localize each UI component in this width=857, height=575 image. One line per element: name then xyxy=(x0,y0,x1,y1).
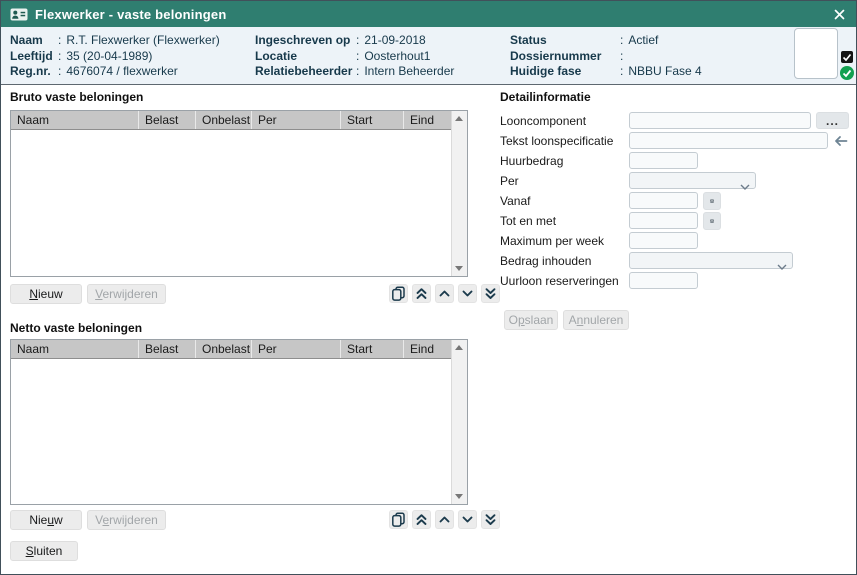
bruto-section-title: Bruto vaste beloningen xyxy=(10,90,143,104)
field-row-per: Per xyxy=(500,172,856,192)
column-header-per[interactable]: Per xyxy=(252,340,341,358)
success-check-icon xyxy=(840,66,854,80)
column-header-eind[interactable]: Eind xyxy=(404,111,452,129)
bruto-row-tools xyxy=(389,284,500,303)
sluiten-button[interactable]: Sluiten xyxy=(10,541,78,561)
field-row-tot-en-met: Tot en met xyxy=(500,212,856,232)
chevron-down-icon xyxy=(740,179,750,193)
checkbox-checked-icon[interactable] xyxy=(841,51,853,63)
move-up-icon[interactable] xyxy=(435,284,454,303)
close-icon[interactable] xyxy=(832,7,847,22)
column-header-belast[interactable]: Belast xyxy=(139,340,196,358)
copy-icon[interactable] xyxy=(389,510,408,529)
netto-section-title: Netto vaste beloningen xyxy=(10,321,142,335)
scroll-down-icon[interactable] xyxy=(455,266,463,271)
info-field-locatie: Locatie:Oosterhout1 xyxy=(255,49,454,65)
info-field-leeftijd: Leeftijd:35 (20-04-1989) xyxy=(10,49,220,65)
huurbedrag-input[interactable] xyxy=(629,152,698,169)
info-field-huidige-fase: Huidige fase:NBBU Fase 4 xyxy=(510,64,702,80)
info-field-status: Status:Actief xyxy=(510,33,702,49)
bruto-verwijderen-button[interactable]: Verwijderen xyxy=(87,284,166,304)
column-header-eind[interactable]: Eind xyxy=(404,340,452,358)
info-column-1: Naam:R.T. Flexwerker (Flexwerker) Leefti… xyxy=(10,33,220,80)
move-bottom-icon[interactable] xyxy=(481,510,500,529)
looncomponent-input[interactable] xyxy=(629,112,811,129)
column-header-start[interactable]: Start xyxy=(341,340,404,358)
chevron-down-icon xyxy=(777,259,787,273)
netto-verwijderen-button[interactable]: Verwijderen xyxy=(87,510,166,530)
info-field-relatiebeheerder: Relatiebeheerder:Intern Beheerder xyxy=(255,64,454,80)
detail-section-title: Detailinformatie xyxy=(500,90,591,104)
window-title: Flexwerker - vaste beloningen xyxy=(35,7,226,22)
move-top-icon[interactable] xyxy=(412,510,431,529)
info-column-3: Status:Actief Dossiernummer: Huidige fas… xyxy=(510,33,702,80)
column-header-belast[interactable]: Belast xyxy=(139,111,196,129)
tot-en-met-calendar-icon[interactable] xyxy=(703,212,721,230)
info-field-ingeschreven: Ingeschreven op:21-09-2018 xyxy=(255,33,454,49)
field-row-looncomponent: Looncomponent ... xyxy=(500,112,856,132)
field-row-vanaf: Vanaf xyxy=(500,192,856,212)
bruto-scrollbar[interactable] xyxy=(451,111,467,276)
move-down-icon[interactable] xyxy=(458,284,477,303)
move-down-icon[interactable] xyxy=(458,510,477,529)
annuleren-button[interactable]: Annuleren xyxy=(563,310,629,330)
dialog-window: Flexwerker - vaste beloningen Naam:R.T. … xyxy=(0,0,857,575)
column-header-onbelast[interactable]: Onbelast xyxy=(196,340,252,358)
scroll-up-icon[interactable] xyxy=(455,116,463,121)
info-column-2: Ingeschreven op:21-09-2018 Locatie:Ooste… xyxy=(255,33,454,80)
netto-nieuw-button[interactable]: Nieuw xyxy=(10,510,82,530)
back-arrow-icon[interactable] xyxy=(833,135,848,147)
vanaf-input[interactable] xyxy=(629,192,698,209)
move-top-icon[interactable] xyxy=(412,284,431,303)
field-row-tekst-loonspecificatie: Tekst loonspecificatie xyxy=(500,132,856,152)
copy-icon[interactable] xyxy=(389,284,408,303)
uurloon-reserveringen-input[interactable] xyxy=(629,272,698,289)
opslaan-button[interactable]: Opslaan xyxy=(504,310,558,330)
netto-table: Naam Belast Onbelast Per Start Eind xyxy=(10,339,468,505)
netto-scrollbar[interactable] xyxy=(451,340,467,504)
bruto-table-header: Naam Belast Onbelast Per Start Eind xyxy=(11,111,452,130)
scroll-up-icon[interactable] xyxy=(455,345,463,350)
looncomponent-lookup-button[interactable]: ... xyxy=(816,112,849,129)
column-header-naam[interactable]: Naam xyxy=(11,340,139,358)
netto-row-tools xyxy=(389,510,500,529)
field-row-bedrag-inhouden: Bedrag inhouden xyxy=(500,252,856,272)
title-bar: Flexwerker - vaste beloningen xyxy=(1,1,856,27)
column-header-onbelast[interactable]: Onbelast xyxy=(196,111,252,129)
person-card-icon xyxy=(10,8,28,21)
info-field-regnr: Reg.nr.:4676074 / flexwerker xyxy=(10,64,220,80)
maximum-per-week-input[interactable] xyxy=(629,232,698,249)
scroll-down-icon[interactable] xyxy=(455,494,463,499)
tekst-loonspecificatie-input[interactable] xyxy=(629,132,828,149)
info-field-dossiernummer: Dossiernummer: xyxy=(510,49,702,65)
bedrag-inhouden-select[interactable] xyxy=(629,252,793,269)
field-row-huurbedrag: Huurbedrag xyxy=(500,152,856,172)
move-bottom-icon[interactable] xyxy=(481,284,500,303)
per-select[interactable] xyxy=(629,172,756,189)
tot-en-met-input[interactable] xyxy=(629,212,698,229)
bruto-table: Naam Belast Onbelast Per Start Eind xyxy=(10,110,468,277)
info-field-naam: Naam:R.T. Flexwerker (Flexwerker) xyxy=(10,33,220,49)
column-header-naam[interactable]: Naam xyxy=(11,111,139,129)
employee-info-header: Naam:R.T. Flexwerker (Flexwerker) Leefti… xyxy=(1,27,856,85)
bruto-nieuw-button[interactable]: Nieuw xyxy=(10,284,82,304)
netto-table-body[interactable] xyxy=(11,359,452,504)
field-row-maximum-per-week: Maximum per week xyxy=(500,232,856,252)
photo-placeholder xyxy=(794,28,838,79)
field-row-uurloon-reserveringen: Uurloon reserveringen xyxy=(500,272,856,292)
move-up-icon[interactable] xyxy=(435,510,454,529)
netto-table-header: Naam Belast Onbelast Per Start Eind xyxy=(11,340,452,359)
vanaf-calendar-icon[interactable] xyxy=(703,192,721,210)
bruto-table-body[interactable] xyxy=(11,130,452,276)
column-header-per[interactable]: Per xyxy=(252,111,341,129)
column-header-start[interactable]: Start xyxy=(341,111,404,129)
